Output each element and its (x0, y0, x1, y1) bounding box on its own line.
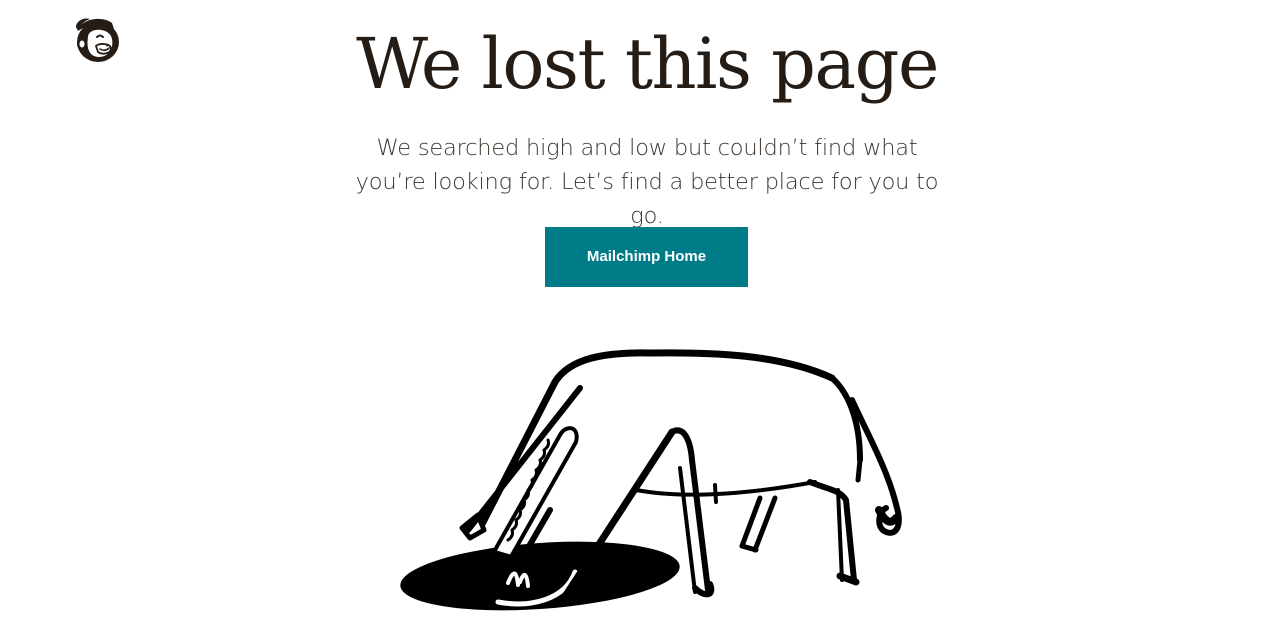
error-message: We searched high and low but couldn’t fi… (355, 135, 939, 229)
mailchimp-home-button[interactable]: Mailchimp Home (545, 227, 748, 287)
horse-head-in-hole-illustration-icon (390, 340, 920, 620)
page-title: We lost this page (356, 23, 939, 105)
